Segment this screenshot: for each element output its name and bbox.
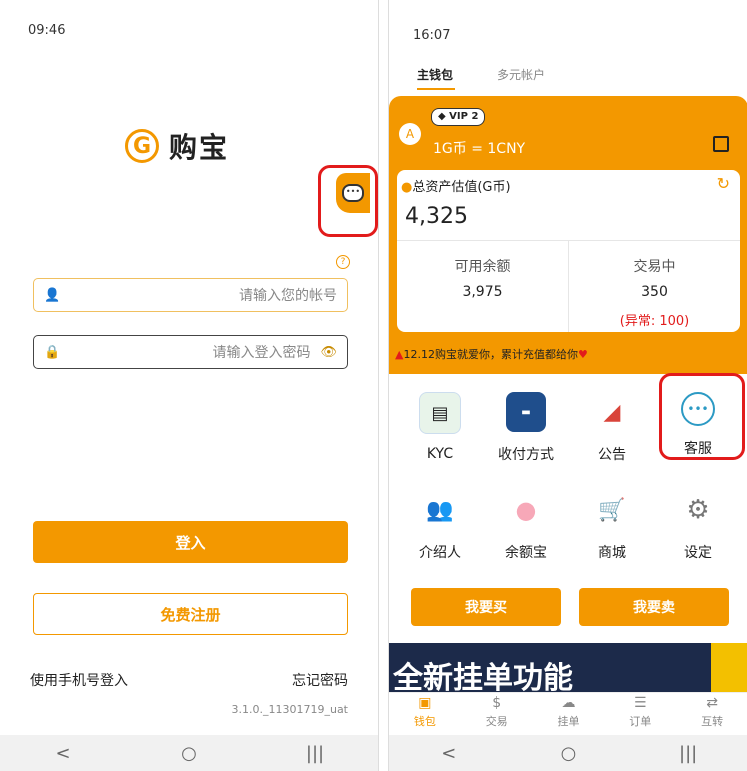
wallet-tabs: 主钱包 多元帐户 <box>389 66 747 96</box>
lock-icon: 🔒 <box>44 344 61 360</box>
bottom-nav-transfer[interactable]: ⇄ 互转 <box>682 693 742 736</box>
total-asset-value: 4,325 <box>405 204 468 229</box>
available-value: 3,975 <box>462 284 503 300</box>
vip-diamond-icon: ◆ <box>438 111 450 122</box>
exchange-rate: 1G币 = 1CNY <box>433 141 526 157</box>
shopping-cart-icon: 🛒 <box>598 497 626 523</box>
avatar[interactable]: A <box>399 123 421 145</box>
nav-back-button[interactable]: < <box>33 743 93 764</box>
promo-banner[interactable]: 全新挂单功能 <box>389 643 747 693</box>
status-time: 09:46 <box>28 23 66 38</box>
wallet-screen: 16:07 主钱包 多元帐户 ◆ VIP 2 A 1G币 = 1CNY ●总资产… <box>388 0 747 771</box>
dollar-circle-icon: $ <box>492 695 502 711</box>
grid-item-settings[interactable]: ⚙ 设定 <box>663 490 733 562</box>
version-text: 3.1.0._11301719_uat <box>231 703 349 716</box>
grid-item-mall[interactable]: 🛒 商城 <box>577 490 647 562</box>
abnormal-value: (异常: 100) <box>619 314 690 329</box>
app-logo: G 购宝 <box>125 126 229 166</box>
nav-recents-button[interactable]: ||| <box>658 743 718 764</box>
bottom-nav: ▣ 钱包 $ 交易 ☁ 挂单 ☰ 订单 ⇄ 互转 <box>389 692 747 736</box>
list-icon: ☰ <box>634 695 647 711</box>
buy-button[interactable]: 我要买 <box>411 588 561 626</box>
available-label: 可用余额 <box>454 259 511 275</box>
password-field[interactable]: 🔒 请输入登入密码 👁 <box>33 335 348 369</box>
id-card-icon: ▤ <box>419 392 461 434</box>
highlight-box <box>659 373 745 460</box>
asset-card: ●总资产估值(G币) ↻ 4,325 可用余额 3,975 交易中 350 (异… <box>397 170 740 332</box>
bottom-nav-wallet[interactable]: ▣ 钱包 <box>395 693 455 736</box>
notice-bar[interactable]: ▲12.12购宝就爱你，累计充值都给你♥ <box>395 346 588 362</box>
username-placeholder: 请输入您的帐号 <box>239 288 337 304</box>
user-icon: 👤 <box>44 287 61 303</box>
chat-bubble-icon: ••• <box>342 184 364 202</box>
system-nav-bar: < ○ ||| <box>389 735 747 771</box>
grid-item-payment[interactable]: ▬ 收付方式 <box>491 392 561 464</box>
transfer-icon: ⇄ <box>706 695 718 711</box>
trading-value: 350 <box>641 284 668 300</box>
status-time: 16:07 <box>413 28 451 43</box>
system-nav-bar: < ○ ||| <box>0 735 378 771</box>
logo-text: 购宝 <box>169 131 230 164</box>
username-field[interactable]: 👤 请输入您的帐号 <box>33 278 348 312</box>
register-button[interactable]: 免费注册 <box>33 593 348 635</box>
g-coin-icon: ● <box>401 180 413 195</box>
nav-back-button[interactable]: < <box>419 743 479 764</box>
customer-service-button[interactable]: ••• <box>336 173 370 213</box>
nav-home-button[interactable]: ○ <box>538 743 598 764</box>
piggy-bank-icon: ● <box>515 496 537 524</box>
nav-home-button[interactable]: ○ <box>159 743 219 764</box>
tab-underline <box>417 88 455 90</box>
password-placeholder: 请输入登入密码 <box>212 345 311 361</box>
wallet-icon: ▣ <box>418 695 432 711</box>
forgot-password-link[interactable]: 忘记密码 <box>292 670 348 690</box>
tab-multi-account[interactable]: 多元帐户 <box>497 66 545 83</box>
refresh-icon[interactable]: ↻ <box>717 174 730 193</box>
cloud-upload-icon: ☁ <box>561 695 576 711</box>
phone-login-link[interactable]: 使用手机号登入 <box>30 670 128 690</box>
sell-button[interactable]: 我要卖 <box>579 588 729 626</box>
banner-text: 全新挂单功能 <box>393 661 573 693</box>
help-icon[interactable]: ? <box>336 255 350 269</box>
vip-label: VIP 2 <box>449 111 479 122</box>
grid-item-yuebao[interactable]: ● 余额宝 <box>491 490 561 562</box>
megaphone-icon: ◢ <box>603 399 621 425</box>
people-icon: 👥 <box>426 497 454 523</box>
tab-main-wallet[interactable]: 主钱包 <box>417 66 453 83</box>
trading-label: 交易中 <box>633 259 676 275</box>
bottom-nav-trade[interactable]: $ 交易 <box>467 693 527 736</box>
logo-mark-icon: G <box>125 129 159 163</box>
bottom-nav-orders[interactable]: ☰ 订单 <box>610 693 670 736</box>
banner-decoration <box>711 643 747 693</box>
grid-item-announcement[interactable]: ◢ 公告 <box>577 392 647 464</box>
nav-recents-button[interactable]: ||| <box>285 743 345 764</box>
grid-item-kyc[interactable]: ▤ KYC <box>405 392 475 462</box>
notice-text: 12.12购宝就爱你，累计充值都给你 <box>403 348 578 361</box>
grid-item-referrer[interactable]: 👥 介绍人 <box>405 490 475 562</box>
vip-badge: ◆ VIP 2 <box>431 108 486 126</box>
login-screen: 09:46 G 购宝 ••• ? 👤 请输入您的帐号 🔒 请输入登入密码 👁 登… <box>0 0 379 771</box>
heart-icon: ♥ <box>577 348 588 361</box>
gear-icon: ⚙ <box>686 495 710 525</box>
scan-icon[interactable] <box>713 136 729 152</box>
unionpay-card-icon: ▬ <box>506 392 546 432</box>
bottom-nav-orders-placed[interactable]: ☁ 挂单 <box>538 693 598 736</box>
total-asset-label: ●总资产估值(G币) <box>401 180 511 195</box>
login-button[interactable]: 登入 <box>33 521 348 563</box>
eye-hidden-icon[interactable]: 👁 <box>320 345 337 360</box>
